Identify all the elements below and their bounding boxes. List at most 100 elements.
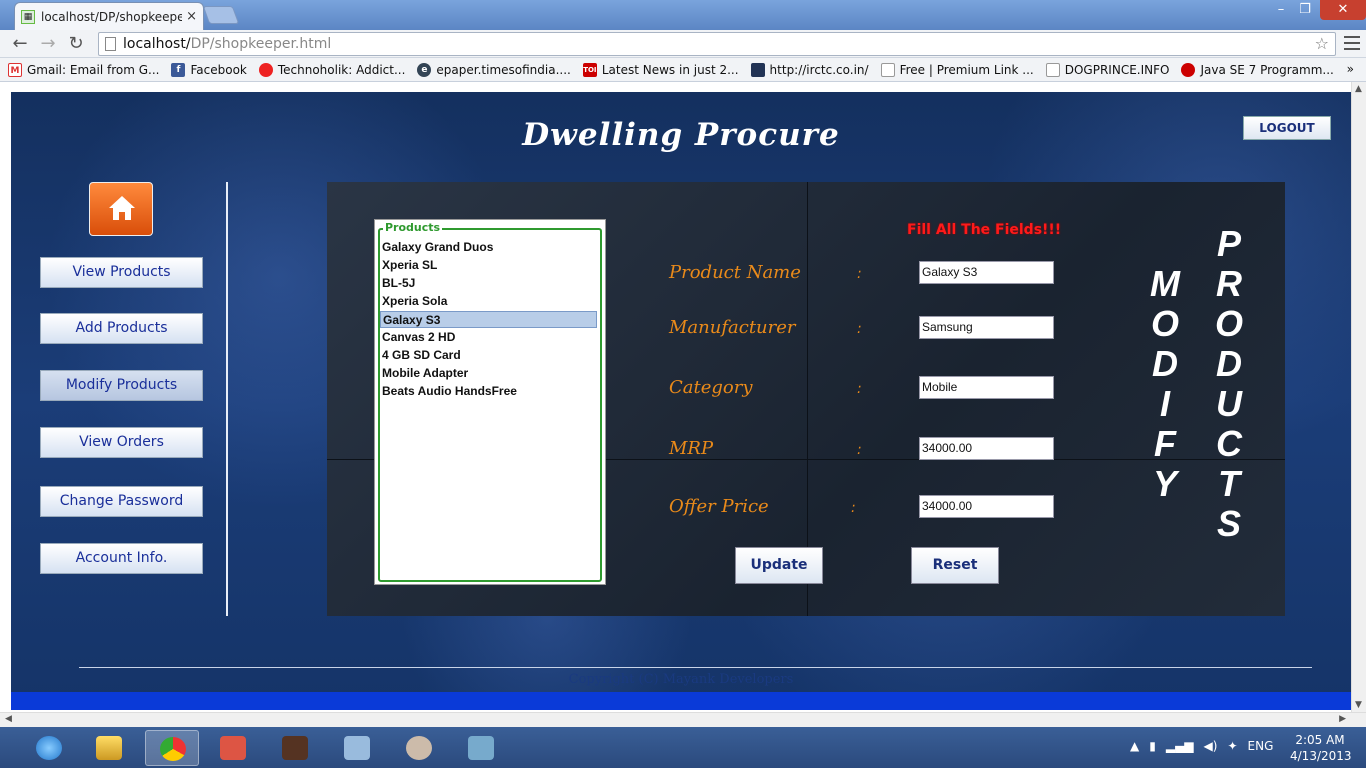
sidebar-item-modify-products[interactable]: Modify Products [40,370,203,401]
bookmark-item[interactable]: TOI Latest News in just 2... [582,62,739,77]
url-host: localhost/ [123,36,191,52]
browser-title-bar: ▦ localhost/DP/shopkeeper. × – ❐ ✕ [0,0,1366,30]
sidebar-item-change-password[interactable]: Change Password [40,486,203,517]
list-item[interactable]: Mobile Adapter [380,365,597,382]
chrome-icon[interactable] [145,730,199,766]
show-hidden-icons-icon[interactable]: ▲ [1130,739,1139,753]
vertical-letter: T [1218,463,1240,504]
bookmark-item[interactable]: e epaper.timesofindia.... [417,62,571,77]
list-item[interactable]: Canvas 2 HD [380,329,597,346]
list-item-selected[interactable]: Galaxy S3 [380,311,597,328]
sidebar-item-view-orders[interactable]: View Orders [40,427,203,458]
horizontal-scrollbar[interactable]: ◀ ▶ [0,712,1366,727]
bookmark-label: Free | Premium Link ... [899,62,1034,77]
list-item[interactable]: BL-5J [380,275,597,292]
bookmark-item[interactable]: Java SE 7 Programm... [1181,62,1334,77]
clock-date: 4/13/2013 [1290,749,1352,763]
reload-icon[interactable]: ↻ [66,34,86,54]
vertical-scrollbar[interactable]: ▲ ▼ [1351,82,1366,712]
list-item[interactable]: Beats Audio HandsFree [380,383,597,400]
bookmarks-bar: M Gmail: Email from G... f Facebook Techno… [0,58,1366,82]
colon: : [851,500,856,516]
bookmarks-overflow-icon[interactable]: » [1347,62,1354,76]
list-item[interactable]: Xperia Sola [380,293,597,310]
browser-tab[interactable]: ▦ localhost/DP/shopkeeper. × [14,2,204,30]
gmail-icon: M [8,62,22,77]
bookmark-label: Latest News in just 2... [601,62,739,77]
favicon-icon: ▦ [21,9,35,24]
sidebar-item-add-products[interactable]: Add Products [40,313,203,344]
forward-icon[interactable]: → [38,34,58,54]
modify-vertical-heading: MODIFY [1145,264,1185,504]
mrp-field[interactable]: 34000.00 [919,437,1054,460]
installer-icon[interactable] [330,730,384,766]
vertical-letter: Y [1152,463,1177,504]
network-icon[interactable]: ▮ [1149,739,1156,753]
update-button[interactable]: Update [735,547,823,584]
technoholik-icon [258,62,273,77]
product-name-field[interactable]: Galaxy S3 [919,261,1054,284]
explorer-icon[interactable] [82,730,136,766]
logout-button[interactable]: LOGOUT [1243,116,1331,140]
chrome-menu-icon[interactable] [1344,36,1360,50]
epaper-icon: e [417,62,432,77]
bookmark-item[interactable]: f Facebook [171,62,247,77]
bookmark-item[interactable]: Technoholik: Addict... [258,62,406,77]
list-item[interactable]: Xperia SL [380,257,597,274]
bookmark-item[interactable]: M Gmail: Email from G... [8,62,159,77]
offer-price-field[interactable]: 34000.00 [919,495,1054,518]
volume-icon[interactable]: ◀) [1204,739,1218,753]
clock[interactable]: 2:05 AM 4/13/2013 [1290,732,1352,764]
products-list[interactable]: Products Galaxy Grand Duos Xperia SL BL-… [374,219,606,585]
photo-viewer-icon[interactable] [454,730,508,766]
vertical-letter: D [1216,343,1242,384]
scroll-left-icon[interactable]: ◀ [5,714,12,724]
modify-products-panel: Products Galaxy Grand Duos Xperia SL BL-… [327,182,1285,616]
new-tab-button[interactable] [202,6,240,24]
dropbox-icon[interactable]: ✦ [1227,739,1237,753]
bookmark-label: DOGPRINCE.INFO [1064,62,1170,77]
maximize-button[interactable]: ❐ [1294,0,1316,20]
powerpoint-icon[interactable] [206,730,260,766]
paint-icon[interactable] [392,730,446,766]
irctc-icon [750,62,765,77]
java-ide-icon[interactable] [268,730,322,766]
bookmark-item[interactable]: http://irctc.co.in/ [750,62,869,77]
window-close-button[interactable]: ✕ [1320,0,1366,20]
signal-icon[interactable]: ▂▄▆ [1166,739,1194,753]
bookmark-item[interactable]: Free | Premium Link ... [880,62,1034,77]
back-icon[interactable]: ← [10,34,30,54]
vertical-letter: O [1150,303,1179,344]
colon: : [857,266,862,282]
scroll-right-icon[interactable]: ▶ [1339,714,1346,724]
footer-divider [79,667,1312,668]
address-bar[interactable]: localhost/DP/shopkeeper.html ☆ [98,32,1336,56]
page-icon [880,62,895,77]
manufacturer-field[interactable]: Samsung [919,316,1054,339]
vertical-letter: P [1216,223,1241,264]
colon: : [857,321,862,337]
reset-button[interactable]: Reset [911,547,999,584]
ie-icon[interactable] [22,730,76,766]
home-button[interactable] [89,182,153,236]
tab-close-icon[interactable]: × [186,9,197,24]
language-indicator[interactable]: ENG [1248,739,1274,753]
sidebar-item-view-products[interactable]: View Products [40,257,203,288]
list-item[interactable]: 4 GB SD Card [380,347,597,364]
sidebar-item-account-info[interactable]: Account Info. [40,543,203,574]
mrp-label: MRP [669,438,714,459]
products-legend: Products [383,221,443,234]
bookmark-star-icon[interactable]: ☆ [1315,33,1329,55]
minimize-button[interactable]: – [1270,0,1292,20]
scroll-down-icon[interactable]: ▼ [1355,700,1362,710]
category-field[interactable]: Mobile [919,376,1054,399]
vertical-letter: F [1154,423,1176,464]
list-item[interactable]: Galaxy Grand Duos [380,239,597,256]
scroll-up-icon[interactable]: ▲ [1355,84,1362,94]
vertical-letter: M [1150,263,1180,304]
bookmark-label: Technoholik: Addict... [277,62,406,77]
facebook-icon: f [171,62,186,77]
manufacturer-label: Manufacturer [669,317,796,338]
bookmark-item[interactable]: DOGPRINCE.INFO [1045,62,1170,77]
validation-message: Fill All The Fields!!! [907,222,1062,238]
